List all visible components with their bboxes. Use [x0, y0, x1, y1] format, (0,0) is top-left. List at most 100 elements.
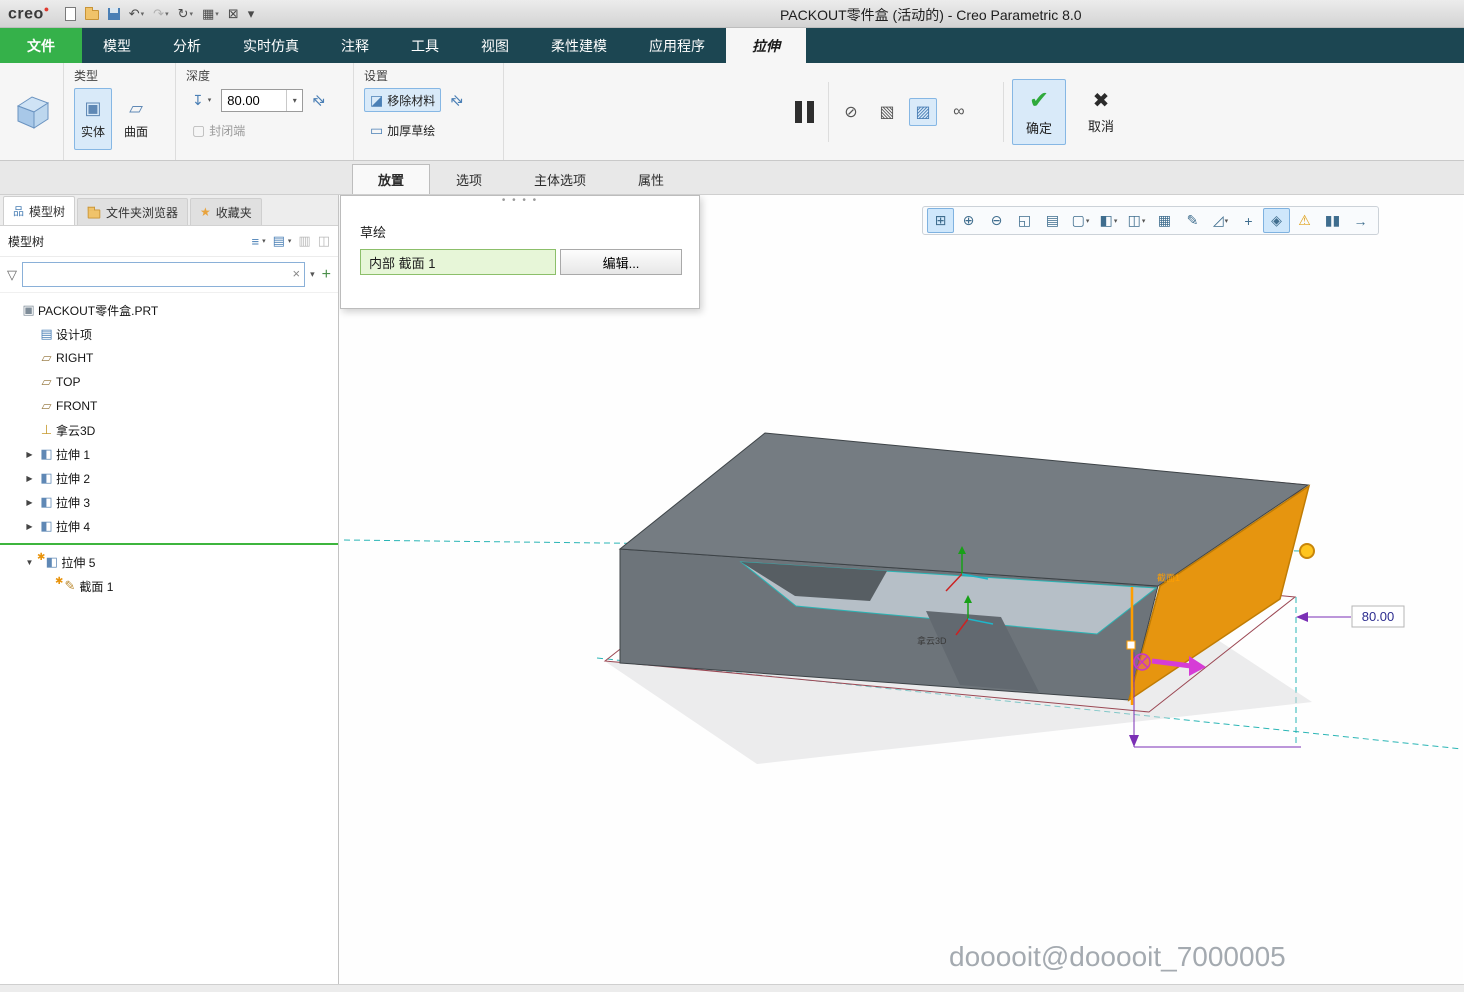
display-style-dropdown-icon[interactable]: ▾ — [1086, 217, 1090, 225]
close-window-button[interactable]: ⊠ — [225, 3, 242, 25]
ribbon-tab-file[interactable]: 文件 — [0, 28, 82, 63]
subtab-body-options[interactable]: 主体选项 — [508, 164, 612, 194]
ribbon-tab-annotate[interactable]: 注释 — [320, 28, 390, 63]
resume-button[interactable]: → — [1347, 208, 1374, 233]
depth-value-input[interactable] — [222, 89, 287, 111]
spin-center-button[interactable]: + — [1235, 208, 1262, 233]
zoom-region-button[interactable]: ⊞ — [927, 208, 954, 233]
annotation-display-button[interactable]: ✎ — [1179, 208, 1206, 233]
saved-orientations-dropdown-icon[interactable]: ▾ — [1142, 217, 1146, 225]
edge-handle[interactable] — [1126, 640, 1136, 650]
3d-dragger-button[interactable]: ◈ — [1263, 208, 1290, 233]
subtab-properties[interactable]: 属性 — [612, 164, 690, 194]
subtab-placement[interactable]: 放置 — [352, 164, 431, 194]
depth-type-button[interactable]: ↧ ▾ — [186, 88, 217, 112]
tree-item[interactable]: ▶ ◧ 拉伸 3 — [0, 490, 338, 514]
ribbon-tab-analysis[interactable]: 分析 — [152, 28, 222, 63]
zoom-in-button[interactable]: ⊕ — [955, 208, 982, 233]
open-file-button[interactable] — [82, 3, 102, 25]
tree-expand-icon[interactable]: ▼ — [22, 558, 37, 567]
closed-end-button[interactable]: ▢ 封闭端 — [186, 118, 251, 142]
ribbon-tab-model[interactable]: 模型 — [82, 28, 152, 63]
tree-item[interactable]: ▤ 设计项 — [0, 322, 338, 346]
pause-button[interactable] — [789, 95, 820, 129]
tree-filters-dropdown-icon[interactable]: ▾ — [288, 237, 292, 245]
tree-expand-icon[interactable]: ▶ — [22, 522, 37, 531]
cancel-button[interactable]: ✖ 取消 — [1074, 79, 1128, 145]
ribbon-tab-view[interactable]: 视图 — [460, 28, 530, 63]
panel-tab-model-tree[interactable]: 品模型树 — [3, 196, 76, 225]
surface-button[interactable]: ▱ 曲面 — [117, 88, 155, 150]
datum-display-dropdown-icon[interactable]: ▾ — [1225, 217, 1229, 225]
tree-item[interactable]: ▱ RIGHT — [0, 346, 338, 370]
panel-drag-handle[interactable]: • • • • — [341, 196, 699, 206]
tree-item[interactable]: ⊥ 拿云3D — [0, 418, 338, 442]
tree-expand-icon[interactable]: ▶ — [22, 450, 37, 459]
wireframe-preview-button[interactable]: ▧ — [873, 98, 901, 126]
tree-item[interactable]: ▼ ✱ ◧ 拉伸 5 — [0, 550, 338, 574]
datum-display-button[interactable]: ◿ ▾ — [1207, 208, 1234, 233]
remove-material-button[interactable]: ◪ 移除材料 — [364, 88, 442, 112]
insert-here-indicator[interactable] — [0, 543, 338, 545]
geometry-warning-button[interactable]: ⚠ — [1291, 208, 1318, 233]
ribbon-tab-flexible-modeling[interactable]: 柔性建模 — [530, 28, 628, 63]
display-style-button[interactable]: ▢ ▾ — [1067, 208, 1094, 233]
tree-item[interactable]: ▣ PACKOUT零件盒.PRT — [0, 298, 338, 322]
window-settings-dropdown-icon[interactable]: ▾ — [215, 10, 219, 18]
edit-sketch-button[interactable]: 编辑... — [560, 249, 682, 275]
depth-value-dropdown-icon[interactable]: ▾ — [286, 89, 302, 111]
ok-button[interactable]: ✔ 确定 — [1012, 78, 1066, 145]
ribbon-tab-extrude[interactable]: 拉伸 — [726, 28, 806, 63]
shaded-preview-button[interactable]: ▨ — [909, 97, 937, 126]
section-view-dropdown-icon[interactable]: ▾ — [1114, 217, 1118, 225]
save-file-button[interactable] — [105, 3, 123, 25]
pause-button[interactable]: ▮▮ — [1319, 208, 1346, 233]
section-view-button[interactable]: ◧ ▾ — [1095, 208, 1122, 233]
clear-search-icon[interactable]: × — [293, 266, 301, 281]
panel-tab-folder-browser[interactable]: 文件夹浏览器 — [77, 198, 189, 225]
subtab-options[interactable]: 选项 — [430, 164, 508, 194]
refit-button[interactable]: ◱ — [1011, 208, 1038, 233]
search-options-dropdown-icon[interactable]: ▾ — [310, 269, 315, 280]
toolbar-options-button[interactable]: ▾ — [245, 3, 258, 25]
tree-expand-all-icon[interactable]: ◫ — [318, 233, 330, 249]
tree-settings-icon[interactable]: ≡ — [251, 234, 259, 249]
regenerate-dropdown-icon[interactable]: ▾ — [189, 10, 193, 18]
tree-expand-icon[interactable]: ▶ — [22, 498, 37, 507]
graphics-area[interactable]: 截面1 80.00 拿云3D ⊞ ⊕ ⊖ ◱ ▤ ▢ ▾ ◧ ▾ ◫ ▾ ▦ ✎… — [339, 195, 1463, 984]
tree-columns-icon[interactable]: ▥ — [298, 233, 310, 249]
saved-orientations-button[interactable]: ◫ ▾ — [1123, 208, 1150, 233]
redo-dropdown-icon[interactable]: ▾ — [165, 10, 169, 18]
ribbon-tab-tools[interactable]: 工具 — [390, 28, 460, 63]
tree-filters-icon[interactable]: ▤ — [273, 233, 285, 249]
tree-item[interactable]: ▱ FRONT — [0, 394, 338, 418]
tree-item[interactable]: ▶ ◧ 拉伸 2 — [0, 466, 338, 490]
ribbon-tab-live-simulation[interactable]: 实时仿真 — [222, 28, 320, 63]
tree-settings-dropdown-icon[interactable]: ▾ — [262, 237, 266, 245]
depth-dimension-value[interactable]: 80.00 — [1362, 609, 1395, 624]
tree-expand-icon[interactable]: ▶ — [22, 474, 37, 483]
model-tree-search-input[interactable] — [22, 262, 306, 287]
add-filter-button[interactable]: + — [322, 266, 331, 284]
view-manager-button[interactable]: ▦ — [1151, 208, 1178, 233]
filter-funnel-icon[interactable]: ▽ — [7, 267, 17, 283]
depth-type-dropdown-icon[interactable]: ▾ — [208, 96, 212, 104]
undo-dropdown-icon[interactable]: ▾ — [141, 10, 145, 18]
tree-item[interactable]: ▶ ◧ 拉伸 4 — [0, 514, 338, 538]
depth-drag-handle[interactable] — [1299, 543, 1315, 559]
verify-preview-button[interactable]: ∞ — [945, 98, 973, 126]
sketch-collector-field[interactable]: 内部 截面 1 — [360, 249, 556, 275]
window-settings-button[interactable]: ▦ ▾ — [199, 3, 222, 25]
tree-item[interactable]: ✱ ✎ 截面 1 — [0, 574, 338, 598]
thicken-sketch-button[interactable]: ▭ 加厚草绘 — [364, 118, 441, 142]
tree-item[interactable]: ▶ ◧ 拉伸 1 — [0, 442, 338, 466]
zoom-out-button[interactable]: ⊖ — [983, 208, 1010, 233]
flip-depth-direction-button[interactable]: ⇄ — [307, 88, 331, 112]
ribbon-tab-applications[interactable]: 应用程序 — [628, 28, 726, 63]
panel-tab-favorites[interactable]: ★ 收藏夹 — [190, 198, 262, 225]
flip-material-side-button[interactable]: ⇄ — [445, 88, 469, 112]
regenerate-button[interactable]: ↻ ▾ — [175, 3, 196, 25]
solid-button[interactable]: ▣ 实体 — [74, 88, 112, 150]
new-file-button[interactable] — [62, 3, 79, 25]
no-preview-button[interactable]: ⊘ — [837, 98, 865, 126]
